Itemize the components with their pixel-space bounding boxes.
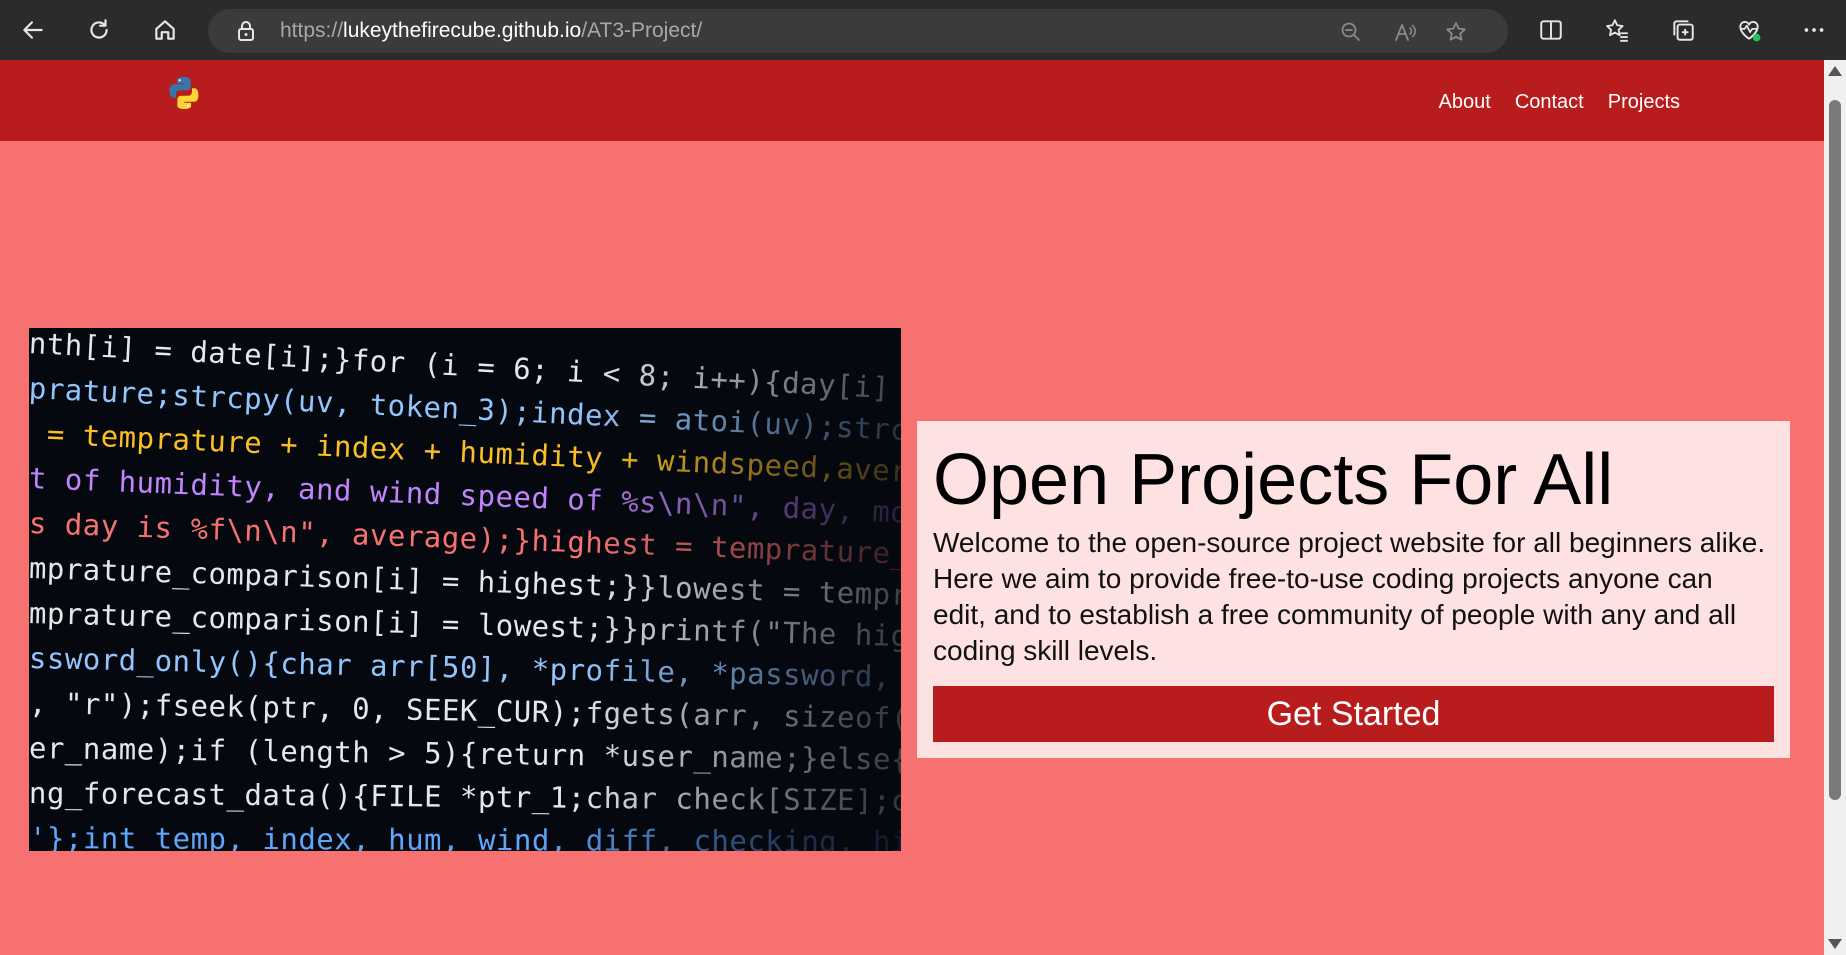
code-line: , "r");fseek(ptr, 0, SEEK_CUR);fgets(arr… bbox=[29, 686, 901, 737]
home-icon bbox=[155, 20, 175, 40]
code-line: '};int temp, index, hum, wind, diff, che… bbox=[29, 821, 901, 851]
split-screen-button[interactable] bbox=[1535, 14, 1567, 46]
read-aloud-icon bbox=[1395, 24, 1416, 41]
scroll-up-arrow-icon[interactable] bbox=[1828, 66, 1842, 76]
star-icon bbox=[1446, 22, 1466, 41]
site-nav-links: About Contact Projects bbox=[1439, 91, 1680, 114]
split-screen-icon bbox=[1540, 20, 1562, 40]
url-host: lukeythefirecube.github.io bbox=[343, 19, 582, 42]
performance-button[interactable] bbox=[1733, 14, 1765, 46]
more-icon bbox=[1804, 28, 1824, 32]
more-button[interactable] bbox=[1798, 14, 1830, 46]
code-line: er_name);if (length > 5){return *user_na… bbox=[29, 731, 901, 779]
page-scrollbar[interactable] bbox=[1824, 60, 1846, 955]
nav-link-about[interactable]: About bbox=[1439, 91, 1491, 114]
get-started-button[interactable]: Get Started bbox=[933, 686, 1774, 742]
address-bar[interactable]: https://lukeythefirecube.github.io/AT3-P… bbox=[208, 9, 1508, 53]
browser-toolbar: https://lukeythefirecube.github.io/AT3-P… bbox=[0, 0, 1846, 60]
url-prefix: https:// bbox=[280, 19, 344, 42]
home-button[interactable] bbox=[145, 10, 185, 50]
refresh-button[interactable] bbox=[79, 10, 119, 50]
code-screenshot-image: nth[i] = date[i];}for (i = 6; i < 8; i++… bbox=[29, 328, 901, 851]
zoom-out-button[interactable] bbox=[1336, 17, 1366, 47]
zoom-out-icon bbox=[1341, 22, 1360, 41]
scroll-down-arrow-icon[interactable] bbox=[1828, 939, 1842, 949]
url-path: /AT3-Project/ bbox=[581, 19, 703, 42]
url-text[interactable]: https://lukeythefirecube.github.io/AT3-P… bbox=[280, 19, 702, 43]
collections-icon bbox=[1673, 20, 1694, 41]
refresh-icon bbox=[90, 19, 108, 39]
scroll-thumb[interactable] bbox=[1829, 100, 1841, 800]
back-arrow-icon bbox=[23, 21, 43, 39]
favorites-icon bbox=[1606, 19, 1628, 42]
nav-link-contact[interactable]: Contact bbox=[1515, 91, 1584, 114]
back-button[interactable] bbox=[13, 10, 53, 50]
hero-title: Open Projects For All bbox=[933, 440, 1614, 520]
heart-pulse-icon bbox=[1739, 21, 1761, 42]
page-viewport: About Contact Projects nth[i] = date[i];… bbox=[0, 60, 1846, 955]
favorite-button[interactable] bbox=[1441, 17, 1471, 47]
lock-icon[interactable] bbox=[234, 19, 258, 43]
read-aloud-button[interactable] bbox=[1390, 17, 1420, 47]
site-navbar: About Contact Projects bbox=[0, 60, 1824, 141]
hero-description: Welcome to the open-source project websi… bbox=[933, 527, 1766, 666]
hero-card: Open Projects For All Welcome to the ope… bbox=[917, 421, 1790, 758]
nav-link-projects[interactable]: Projects bbox=[1608, 91, 1680, 114]
python-logo-icon[interactable] bbox=[166, 75, 202, 111]
favorites-button[interactable] bbox=[1601, 14, 1633, 46]
collections-button[interactable] bbox=[1667, 14, 1699, 46]
code-line: ng_forecast_data(){FILE *ptr_1;char chec… bbox=[29, 776, 901, 819]
